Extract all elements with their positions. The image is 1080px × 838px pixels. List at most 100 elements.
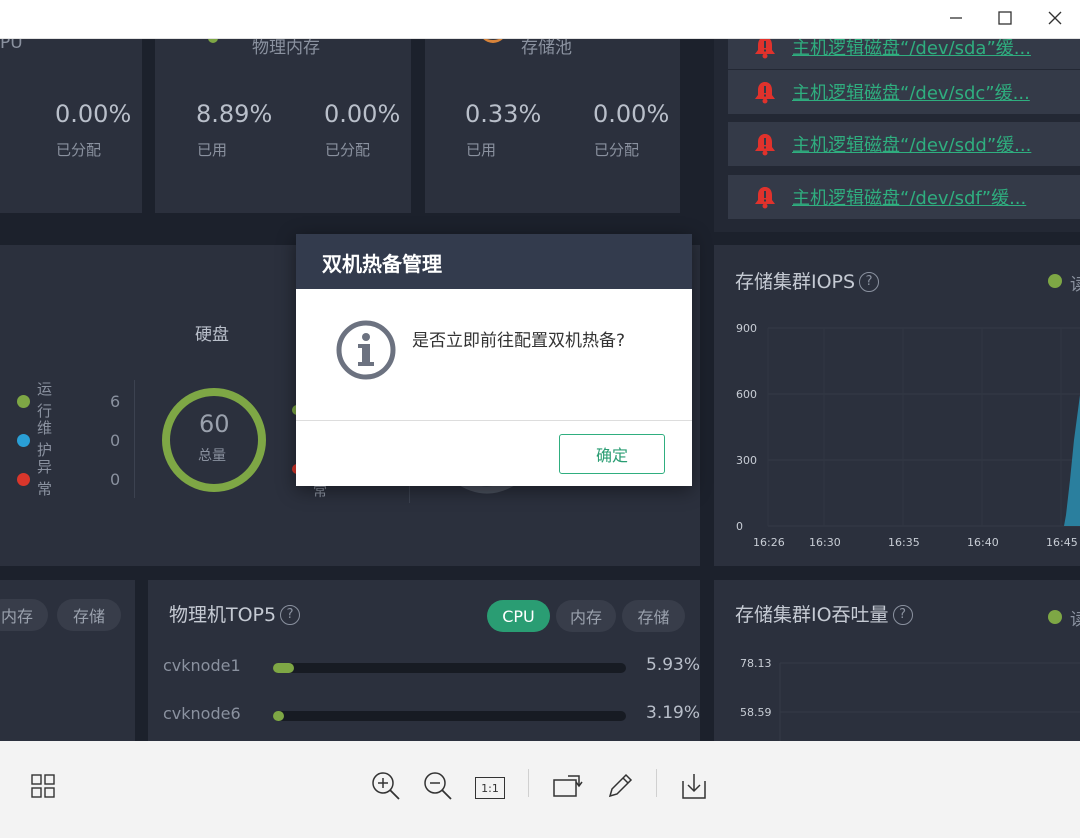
disk-donut [160,386,268,498]
host-name: cvknode1 [163,656,241,675]
iops-x-tick: 16:35 [888,536,920,549]
close-button[interactable] [1030,0,1080,39]
host-usage-bar [273,711,626,721]
memory-used-label: 已用 [197,141,228,159]
iops-y-tick: 900 [736,322,757,335]
host-usage-value: 5.93% [646,655,701,675]
close-icon [1048,10,1062,29]
image-viewer-toolbar: 1:1 [0,741,1080,838]
confirm-button[interactable]: 确定 [559,434,665,474]
alarm-item[interactable]: 主机逻辑磁盘“/dev/sda”缓... [728,39,1080,69]
grid-view-button[interactable] [23,768,63,808]
host-usage-bar-fill [273,711,285,721]
storage-used-value: 0.33% [465,100,542,128]
memory-used-value: 8.89% [196,100,273,128]
disk-total-value: 60 [199,410,230,438]
maximize-icon [998,10,1012,29]
zoom-out-icon [423,771,453,805]
info-icon [336,320,396,384]
alarm-bell-icon [754,132,776,160]
maximize-button[interactable] [980,0,1030,39]
legend-dot-running [17,395,30,408]
dialog-title: 双机热备管理 [322,252,442,276]
window-title-bar [0,0,1080,39]
alarm-bell-icon [754,80,776,108]
save-icon [680,771,708,805]
legend-label-maintenance: 维护 [37,419,53,459]
tab-cpu[interactable]: CPU [487,600,550,632]
zoom-in-button[interactable] [366,768,406,808]
storage-allocated-value: 0.00% [593,100,670,128]
host-top5-title-text: 物理机TOP5 [169,604,277,626]
toolbar-separator [528,769,529,797]
tab-memory[interactable]: 内存 [556,600,616,632]
iops-y-tick: 0 [736,520,743,533]
cpu-card-title: PU [0,39,23,53]
alarm-link[interactable]: 主机逻辑磁盘“/dev/sda”缓... [792,39,1062,60]
grid-view-icon [30,773,56,803]
vm-top-panel: 内存 存储 [0,580,135,741]
host-top5-title: 物理机TOP5? [169,600,301,627]
edit-button[interactable] [600,768,640,808]
alarm-item[interactable]: 主机逻辑磁盘“/dev/sdd”缓... [728,122,1080,166]
tab-storage[interactable]: 存储 [57,599,121,631]
toolbar-separator [656,769,657,797]
alarm-bell-icon [754,185,776,213]
rotate-button[interactable] [548,768,588,808]
edit-icon [605,771,635,805]
dialog-message: 是否立即前往配置双机热备? [412,331,626,351]
io-throughput-panel: 存储集群IO吞吐量? 读 78.13 58.59 [714,580,1080,741]
iops-x-tick: 16:26 [753,536,785,549]
host-usage-bar [273,663,626,673]
alarm-bell-icon [754,39,776,63]
iops-x-tick: 16:45 [1046,536,1078,549]
iops-y-tick: 600 [736,388,757,401]
storage-used-label: 已用 [466,141,497,159]
dialog-header: 双机热备管理 [296,234,692,289]
hot-standby-dialog: 双机热备管理 是否立即前往配置双机热备? 确定 [296,234,692,486]
host-usage-value: 3.19% [646,703,701,723]
legend-dot-abnormal [17,473,30,486]
memory-status-dot [208,39,218,43]
legend-label-abnormal: 异常 [37,458,53,498]
iops-panel: 存储集群IOPS? 读 900 600 300 0 16:26 16:30 16:35 16:… [714,245,1080,566]
disk-title: 硬盘 [195,325,229,345]
minimize-button[interactable] [931,0,981,39]
storage-pool-card-title: 存储池 [521,39,572,58]
actual-size-label: 1:1 [481,781,499,795]
memory-allocated-value: 0.00% [324,100,401,128]
io-y-tick: 78.13 [740,657,772,670]
actual-size-button[interactable]: 1:1 [470,768,510,808]
memory-card: 物理内存 8.89% 已用 0.00% 已分配 [155,39,411,213]
legend-count-abnormal: 0 [110,470,121,489]
cpu-allocated-label: 已分配 [56,141,102,159]
storage-pool-card: 存储池 0.33% 已用 0.00% 已分配 [425,39,680,213]
storage-pool-ring-fragment [479,39,507,43]
help-icon[interactable]: ? [280,605,301,625]
disk-total-label: 总量 [198,448,226,464]
divider [134,380,135,498]
legend-count-maintenance: 0 [110,431,121,450]
rotate-icon [552,771,584,805]
zoom-out-button[interactable] [418,768,458,808]
actual-size-icon: 1:1 [475,777,505,799]
iops-chart: 900 600 300 0 16:26 16:30 16:35 16:40 16:45 [736,322,1080,549]
legend-count-running: 6 [110,392,121,411]
iops-x-tick: 16:40 [967,536,999,549]
legend-label-running: 运行 [37,380,53,420]
save-button[interactable] [674,768,714,808]
alarm-link[interactable]: 主机逻辑磁盘“/dev/sdf”缓... [792,184,1062,210]
tab-memory[interactable]: 内存 [0,599,48,631]
alarm-link[interactable]: 主机逻辑磁盘“/dev/sdd”缓... [792,131,1062,157]
memory-allocated-label: 已分配 [325,141,371,159]
cpu-card: PU 0.00% 已分配 [0,39,142,213]
alarm-item[interactable]: 主机逻辑磁盘“/dev/sdf”缓... [728,175,1080,219]
minimize-icon [949,10,963,29]
alarm-link[interactable]: 主机逻辑磁盘“/dev/sdc”缓... [792,79,1062,105]
tab-storage[interactable]: 存储 [622,600,685,632]
memory-card-title: 物理内存 [252,39,320,58]
dashboard: PU 0.00% 已分配 物理内存 8.89% 已用 0.00% 已分配 存储池… [0,39,1080,741]
host-top5-panel: 物理机TOP5? CPU 内存 存储 cvknode1 5.93% cvknod… [148,580,700,741]
alarm-item[interactable]: 主机逻辑磁盘“/dev/sdc”缓... [728,70,1080,114]
cpu-allocated-value: 0.00% [55,100,132,128]
